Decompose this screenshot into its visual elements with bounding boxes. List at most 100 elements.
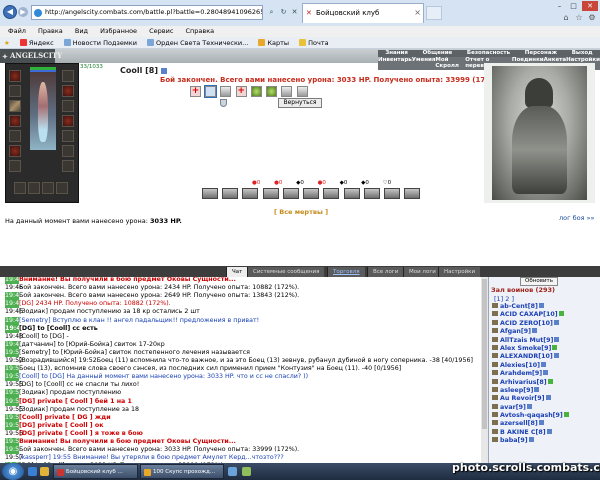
chat-timestamp[interactable]: 19:55: [5, 381, 23, 390]
roster-name[interactable]: ab-Cent[8]: [500, 303, 538, 310]
ring-slot[interactable]: [9, 160, 21, 172]
menu-tools[interactable]: Сервис: [149, 27, 173, 35]
chat-timestamp[interactable]: 19:46: [5, 308, 23, 317]
info-icon[interactable]: [545, 395, 551, 401]
menu-view[interactable]: Вид: [75, 27, 88, 35]
tab-settings[interactable]: Настройки: [438, 267, 481, 277]
potion-icon[interactable]: [250, 86, 262, 97]
info-icon[interactable]: [534, 386, 540, 392]
belt-item-slot-3[interactable]: [42, 182, 54, 194]
roster-item[interactable]: ACID ZERO[10]: [492, 319, 596, 328]
fav-link-yandex[interactable]: Яндекс: [19, 39, 54, 47]
chat-timestamp[interactable]: 19:52: [5, 357, 23, 366]
ring2-slot[interactable]: [62, 145, 74, 157]
roster-item[interactable]: Alex Smoke[9]: [492, 344, 596, 353]
info-icon[interactable]: [546, 428, 552, 434]
menu-help[interactable]: Справка: [186, 27, 215, 35]
roster-name[interactable]: B AKINE C[8]: [500, 429, 546, 436]
roster-name[interactable]: azersell[8]: [500, 420, 538, 427]
info-icon[interactable]: [532, 328, 537, 334]
roster-item[interactable]: Arhivarius[8]: [492, 378, 596, 387]
skill-slot-11[interactable]: [404, 188, 421, 199]
skill-slot-2[interactable]: [222, 188, 239, 199]
belt-item-slot-2[interactable]: [28, 182, 40, 194]
new-tab-button[interactable]: [426, 6, 442, 20]
elixir-icon[interactable]: [266, 86, 278, 97]
roster-name[interactable]: Arahdem[9]: [500, 370, 542, 377]
amulet-slot[interactable]: [9, 85, 21, 97]
chat-timestamp[interactable]: 19:56: [5, 446, 23, 455]
leggings-slot[interactable]: [62, 115, 74, 127]
chat-timestamp[interactable]: 19:51: [5, 348, 23, 358]
chat-timestamp[interactable]: 19:56: [5, 413, 23, 422]
scroll-thumb[interactable]: [482, 279, 487, 429]
roster-item[interactable]: azersell[8]: [492, 420, 596, 428]
roster-name[interactable]: avar[9]: [500, 404, 526, 411]
refresh-button[interactable]: Обновить: [520, 277, 558, 286]
favorites-star-icon[interactable]: ☆: [573, 13, 585, 23]
chat-timestamp[interactable]: 19:46: [5, 277, 23, 285]
belt-item-slot-1[interactable]: [14, 182, 26, 194]
roster-item[interactable]: Avtosh-qaqash[9]: [492, 412, 596, 420]
player-name[interactable]: Cooll [8]: [120, 66, 167, 75]
earrings-slot[interactable]: [62, 70, 74, 82]
chat-timestamp[interactable]: 19:55: [5, 389, 23, 398]
forward-button[interactable]: ▶: [18, 7, 28, 17]
chat-timestamp[interactable]: 19:48: [5, 324, 25, 333]
fav-link-order[interactable]: Орден Света Технически...: [147, 39, 248, 47]
info-icon[interactable]: [558, 311, 564, 317]
nav-skills[interactable]: Умения: [412, 57, 436, 70]
chat-timestamp[interactable]: 19:48: [5, 332, 23, 341]
roster-name[interactable]: Afgan[9]: [500, 328, 531, 335]
info-icon[interactable]: [553, 319, 559, 325]
nav-my-scroll[interactable]: Мой Скролл: [435, 57, 465, 70]
info-icon[interactable]: [528, 437, 534, 443]
tab-my-logs[interactable]: Мои логи: [403, 267, 441, 277]
taskbar-item-doc[interactable]: 100 Скупс прохожд...: [140, 464, 224, 479]
chat-timestamp[interactable]: 19:54: [5, 373, 23, 382]
info-icon[interactable]: [552, 344, 558, 350]
character-avatar[interactable]: [30, 72, 56, 150]
tab-chat[interactable]: Чат: [226, 267, 248, 277]
roster-name[interactable]: ACID ZERO[10]: [500, 320, 553, 327]
window-close-icon[interactable]: ✕: [582, 1, 598, 11]
app-icon[interactable]: [242, 467, 251, 476]
heal-icon[interactable]: +: [235, 86, 247, 97]
address-bar[interactable]: http://angelscity.combats.com/battle.pl?…: [31, 5, 263, 20]
swap-icon[interactable]: [204, 85, 218, 98]
tab-active[interactable]: ✕ Бойцовский клуб ×: [302, 3, 424, 23]
helmet-slot[interactable]: [9, 70, 21, 82]
return-button[interactable]: Вернуться: [278, 98, 322, 108]
app-icon[interactable]: [228, 467, 237, 476]
minimize-icon[interactable]: –: [553, 1, 566, 11]
fav-link-mail[interactable]: Почта: [299, 39, 329, 47]
roster-name[interactable]: ACID CAXAP[10]: [500, 311, 558, 318]
info-icon[interactable]: [554, 336, 560, 342]
settings-gear-icon[interactable]: ⚙: [586, 13, 598, 23]
stop-icon[interactable]: ✕: [289, 6, 300, 18]
menu-edit[interactable]: Правка: [38, 27, 63, 35]
roster-name[interactable]: asleep[9]: [500, 387, 533, 394]
roster-name[interactable]: ALEXANDR[10]: [500, 353, 553, 360]
fav-link-maps[interactable]: Карты: [258, 39, 289, 47]
info-icon[interactable]: [547, 378, 553, 384]
fav-link-news[interactable]: Новости Подземки: [63, 39, 137, 47]
bracers-slot[interactable]: [62, 85, 74, 97]
chat-timestamp[interactable]: 19:56: [5, 421, 23, 430]
taskbar-item-browser[interactable]: Бойцовский клуб ...: [53, 464, 138, 479]
info-icon[interactable]: [526, 403, 532, 409]
add-icon[interactable]: +: [190, 86, 201, 97]
chat-scrollbar[interactable]: [481, 277, 488, 463]
armor-slot[interactable]: [9, 115, 21, 127]
home-icon[interactable]: ⌂: [560, 13, 572, 23]
belt-slot[interactable]: [9, 130, 21, 142]
roster-name[interactable]: Alex Smoke[9]: [500, 345, 551, 352]
belt-item-slot-4[interactable]: [56, 182, 68, 194]
roster-pagination[interactable]: [1] 2 ]: [494, 295, 514, 303]
info-icon[interactable]: [160, 67, 167, 74]
map-icon[interactable]: [296, 86, 308, 97]
favorites-icon[interactable]: ★: [4, 39, 10, 47]
skill-slot-10[interactable]: [384, 188, 401, 199]
roster-name[interactable]: Au Revoir[9]: [500, 395, 545, 402]
roster-item[interactable]: Alexies[10]: [492, 361, 596, 370]
